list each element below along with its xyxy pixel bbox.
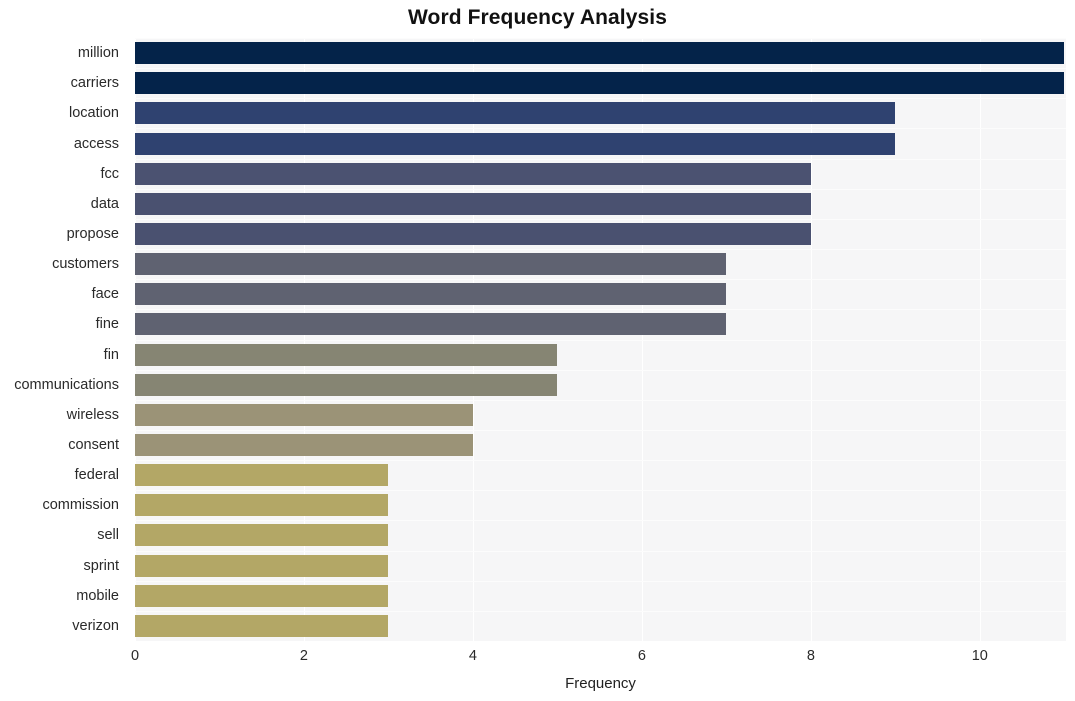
y-tick-label: customers [52, 256, 119, 273]
gridline-horizontal [135, 490, 1066, 491]
y-tick-label: fcc [100, 165, 119, 182]
y-tick-label: propose [66, 225, 119, 242]
x-tick-label: 4 [468, 648, 477, 664]
bar [135, 42, 1065, 65]
gridline-horizontal [135, 68, 1066, 69]
bar [135, 102, 896, 125]
x-tick-label: 6 [637, 648, 646, 664]
bar [135, 614, 389, 637]
gridline-horizontal [135, 128, 1066, 129]
gridline-horizontal [135, 98, 1066, 99]
y-tick-label: commission [42, 497, 119, 514]
bar [135, 162, 811, 185]
gridline-horizontal [135, 430, 1066, 431]
bar [135, 524, 389, 547]
y-tick-label: sprint [83, 557, 119, 574]
plot-area [135, 38, 1066, 641]
y-tick-label: fine [95, 316, 119, 333]
gridline-horizontal [135, 189, 1066, 190]
x-tick-label: 10 [971, 648, 988, 664]
gridline-horizontal [135, 340, 1066, 341]
bar [135, 222, 811, 245]
bar [135, 72, 1065, 95]
y-tick-label: location [69, 105, 119, 122]
y-tick-label: wireless [66, 406, 119, 423]
y-tick-label: sell [97, 527, 119, 544]
x-tick-label: 0 [130, 648, 140, 664]
bar [135, 554, 389, 577]
y-tick-label: mobile [76, 587, 119, 604]
y-tick-label: face [91, 286, 119, 303]
x-tick-label: 2 [299, 648, 308, 664]
bar [135, 283, 727, 306]
bar [135, 192, 811, 215]
page-title: Word Frequency Analysis [407, 6, 668, 29]
y-tick-label: million [77, 45, 119, 62]
bar [135, 494, 389, 517]
y-tick-label: communications [14, 376, 119, 393]
gridline-horizontal [135, 520, 1066, 521]
gridline-horizontal [135, 400, 1066, 401]
bar [135, 132, 896, 155]
y-tick-label: carriers [70, 75, 119, 92]
bar [135, 434, 473, 457]
gridline-horizontal [135, 611, 1066, 612]
gridline-horizontal [135, 38, 1066, 39]
y-tick-label: data [90, 195, 119, 212]
bar [135, 343, 558, 366]
gridline-horizontal [135, 219, 1066, 220]
bar [135, 253, 727, 276]
gridline-horizontal [135, 279, 1066, 280]
y-tick-label: federal [74, 467, 119, 484]
gridline-horizontal [135, 460, 1066, 461]
bar [135, 313, 727, 336]
y-tick-label: verizon [72, 617, 119, 634]
gridline-horizontal [135, 309, 1066, 310]
y-axis: million carriers location access fcc data prop… [0, 38, 127, 641]
word-frequency-chart: Word Frequency Analysis million carriers l… [0, 0, 1075, 701]
gridline-horizontal [135, 249, 1066, 250]
y-tick-label: access [73, 135, 119, 152]
gridline-horizontal [135, 551, 1066, 552]
bar [135, 403, 473, 426]
bar [135, 373, 558, 396]
x-axis: 0 2 4 6 8 10 [0, 648, 1075, 670]
gridline-horizontal [135, 159, 1066, 160]
x-axis-title: Frequency [565, 675, 636, 692]
x-tick-label: 8 [806, 648, 815, 664]
gridline-horizontal [135, 370, 1066, 371]
gridline-horizontal [135, 581, 1066, 582]
y-tick-label: consent [68, 437, 119, 454]
bar [135, 584, 389, 607]
y-tick-label: fin [103, 346, 119, 363]
bar [135, 464, 389, 487]
